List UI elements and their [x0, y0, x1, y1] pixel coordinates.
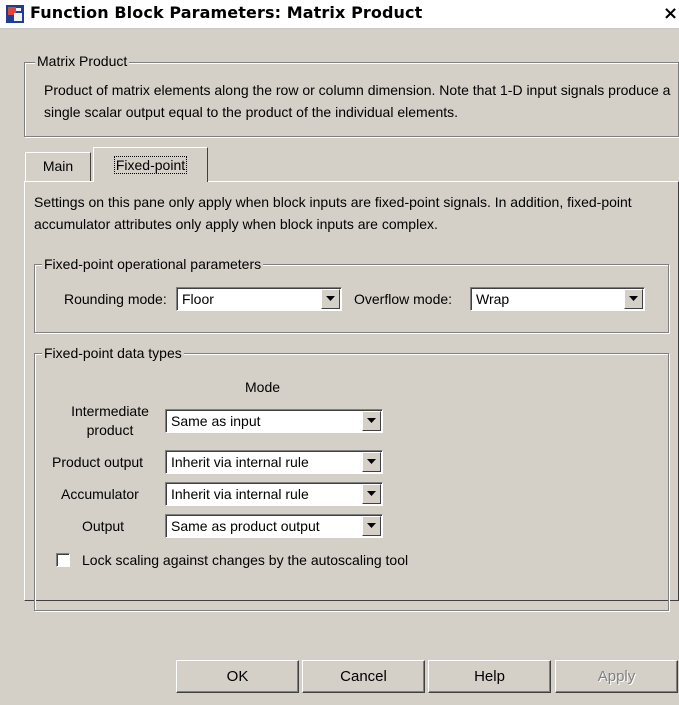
overflow-mode-select[interactable]: Wrap: [470, 287, 645, 311]
output-select[interactable]: Same as product output: [165, 514, 383, 538]
tab-fixed-point-label: Fixed-point: [113, 156, 188, 174]
description-group-title: Matrix Product: [35, 53, 130, 69]
chevron-down-icon[interactable]: [362, 411, 381, 431]
panel-info-text: Settings on this pane only apply when bl…: [34, 194, 632, 232]
product-output-label: Product output: [52, 454, 144, 470]
chevron-down-icon[interactable]: [362, 452, 381, 472]
tab-main[interactable]: Main: [25, 152, 91, 181]
chevron-down-icon[interactable]: [624, 289, 643, 309]
datatypes-group-title: Fixed-point data types: [42, 345, 184, 361]
title-bar[interactable]: Function Block Parameters: Matrix Produc…: [0, 0, 679, 29]
operational-group-title: Fixed-point operational parameters: [42, 256, 264, 272]
rounding-mode-value: Floor: [182, 291, 214, 307]
lock-scaling-label[interactable]: Lock scaling against changes by the auto…: [82, 551, 408, 569]
help-button[interactable]: Help: [428, 660, 551, 693]
lock-scaling-checkbox[interactable]: [56, 553, 70, 567]
rounding-mode-select[interactable]: Floor: [176, 287, 342, 311]
chevron-down-icon[interactable]: [362, 516, 381, 536]
accumulator-select[interactable]: Inherit via internal rule: [165, 482, 383, 506]
output-value: Same as product output: [171, 518, 320, 534]
simulink-block-icon: [6, 5, 24, 23]
tab-fixed-point[interactable]: Fixed-point: [93, 147, 208, 182]
product-output-value: Inherit via internal rule: [171, 454, 309, 470]
overflow-mode-label: Overflow mode:: [354, 291, 453, 307]
overflow-mode-value: Wrap: [476, 291, 510, 307]
description-text: Product of matrix elements along the row…: [44, 82, 671, 120]
accumulator-value: Inherit via internal rule: [171, 486, 309, 502]
intermediate-product-select[interactable]: Same as input: [165, 409, 383, 433]
ok-button[interactable]: OK: [176, 660, 299, 693]
intermediate-product-value: Same as input: [171, 413, 261, 429]
close-icon[interactable]: ×: [662, 4, 679, 23]
accumulator-label: Accumulator: [61, 486, 139, 502]
intermediate-product-label-line2: product: [86, 422, 134, 438]
description-group: Matrix Product Product of matrix element…: [24, 53, 679, 137]
apply-button[interactable]: Apply: [555, 660, 678, 693]
mode-column-header: Mode: [245, 379, 281, 395]
product-output-select[interactable]: Inherit via internal rule: [165, 450, 383, 474]
chevron-down-icon[interactable]: [321, 289, 340, 309]
rounding-mode-label: Rounding mode:: [64, 291, 167, 307]
intermediate-product-label-line1: Intermediate: [71, 403, 149, 419]
chevron-down-icon[interactable]: [362, 484, 381, 504]
window-title: Function Block Parameters: Matrix Produc…: [30, 3, 423, 22]
tab-main-label: Main: [42, 158, 74, 174]
output-label: Output: [82, 518, 125, 534]
cancel-button[interactable]: Cancel: [302, 660, 425, 693]
